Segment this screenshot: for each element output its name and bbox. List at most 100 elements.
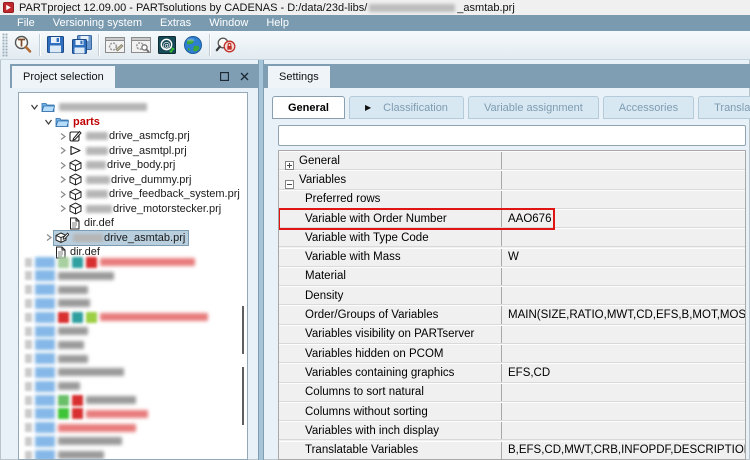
project-tree[interactable]: parts drive_asmcfg.prj drive_asmtpl.prj dri… [18, 92, 248, 460]
collapsed-chevron-icon[interactable] [57, 161, 68, 170]
settings-tab[interactable]: Settings [268, 66, 330, 88]
tree-row-content[interactable]: drive_body.prj [68, 158, 178, 172]
collapsed-chevron-icon[interactable] [57, 146, 68, 155]
property-row-variable-with-order-number[interactable]: Variable with Order Number AAO676 [279, 208, 745, 229]
maximize-panel-button[interactable] [216, 68, 232, 84]
tree-item-drive_feedback_system-prj[interactable]: drive_feedback_system.prj [57, 187, 243, 201]
property-value[interactable] [501, 383, 745, 401]
menu-item-window[interactable]: Window [200, 15, 257, 31]
property-row-variables-visibility-on-partserver[interactable]: Variables visibility on PARTserver [279, 324, 745, 344]
tree-item-parts[interactable]: parts [43, 115, 103, 129]
tab-accessories[interactable]: Accessories [602, 96, 695, 119]
tree-row-content[interactable]: dir.def [68, 216, 117, 230]
property-row-variable-with-type-code[interactable]: Variable with Type Code [279, 228, 745, 248]
tree-row-content[interactable] [40, 100, 151, 114]
tree-scrollbar-thumb[interactable] [242, 367, 244, 425]
tree-item-dir-def[interactable]: dir.def [57, 216, 117, 230]
property-value[interactable]: W [501, 248, 745, 266]
tree-item-drive_dummy-prj[interactable]: drive_dummy.prj [57, 173, 195, 187]
tree-item-drive_asmtpl-prj[interactable]: drive_asmtpl.prj [57, 144, 190, 158]
property-label: Preferred rows [305, 193, 381, 206]
menu-item-file[interactable]: File [8, 15, 44, 31]
property-value[interactable] [501, 422, 745, 440]
web-update-icon[interactable]: @ [154, 33, 180, 57]
tree-row-content[interactable]: parts [54, 115, 103, 129]
property-row-variable-with-mass[interactable]: Variable with Mass W [279, 247, 745, 267]
property-value[interactable] [501, 152, 745, 170]
tree-item-drive_body-prj[interactable]: drive_body.prj [57, 158, 178, 172]
menu-item-help[interactable]: Help [257, 15, 298, 31]
menu-item-versioning-system[interactable]: Versioning system [44, 15, 151, 31]
panel-splitter[interactable] [258, 60, 264, 460]
tree-item-drive_asmcfg-prj[interactable]: drive_asmcfg.prj [57, 129, 193, 143]
property-value[interactable] [501, 229, 745, 247]
collapsed-chevron-icon[interactable] [43, 233, 54, 242]
property-value[interactable] [501, 325, 745, 343]
tree-row-content[interactable]: drive_asmcfg.prj [68, 129, 193, 143]
tree-item-drive_motorstecker-prj[interactable]: drive_motorstecker.prj [57, 202, 224, 216]
property-row-translatable-variables[interactable]: Translatable Variables B,EFS,CD,MWT,CRB,I… [279, 440, 745, 459]
toolbar-grip[interactable] [2, 33, 8, 57]
property-row-order-groups-of-variables[interactable]: Order/Groups of Variables MAIN(SIZE,RATIO… [279, 305, 745, 325]
redacted-mark [25, 326, 32, 336]
expanded-chevron-icon[interactable] [29, 103, 40, 111]
project-selection-tab[interactable]: Project selection [12, 66, 115, 88]
redacted-tree-row [25, 422, 136, 434]
property-value[interactable] [501, 345, 745, 363]
tree-item-drive_asmtab-prj[interactable]: drive_asmtab.prj [43, 229, 190, 246]
selected-tree-row[interactable]: drive_asmtab.prj [52, 229, 190, 246]
save-icon[interactable] [43, 33, 69, 57]
tree-row-content[interactable]: drive_feedback_system.prj [68, 187, 243, 201]
property-value[interactable] [501, 190, 745, 208]
search-project-icon[interactable] [10, 33, 36, 57]
property-row-variables-containing-graphics[interactable]: Variables containing graphics EFS,CD [279, 363, 745, 383]
search-secure-icon[interactable] [213, 33, 239, 57]
tree-row-content[interactable]: drive_motorstecker.prj [68, 202, 224, 216]
empty-filter-field[interactable] [278, 125, 746, 146]
tab-variable-assignment[interactable]: Variable assignment [467, 96, 599, 119]
property-row-variables-with-inch-display[interactable]: Variables with inch display [279, 421, 745, 441]
property-label: Variables hidden on PCOM [305, 347, 444, 360]
settings-panel-header: Settings [264, 64, 750, 88]
property-value[interactable] [501, 171, 745, 189]
close-panel-button[interactable] [236, 68, 252, 84]
property-value[interactable] [501, 267, 745, 286]
property-row-columns-without-sorting[interactable]: Columns without sorting [279, 401, 745, 422]
tree-item-redacted[interactable] [29, 100, 151, 114]
property-row-density[interactable]: Density [279, 286, 745, 306]
redacted-text [58, 423, 136, 432]
tab-general[interactable]: General [272, 96, 345, 119]
collapsed-chevron-icon[interactable] [57, 175, 68, 184]
property-row-general[interactable]: General [279, 151, 745, 171]
redacted-name-prefix [86, 132, 108, 140]
tree-row-content[interactable]: drive_asmtpl.prj [68, 144, 190, 158]
window-search-icon[interactable] [128, 33, 154, 57]
collapsed-chevron-icon[interactable] [57, 132, 68, 141]
property-value[interactable]: EFS,CD [501, 364, 745, 382]
tab-classification[interactable]: ▶ Classification [348, 96, 464, 119]
property-value[interactable]: MAIN(SIZE,RATIO,MWT,CD,EFS,B,MOT,MOS,MC,… [501, 306, 745, 324]
property-value[interactable]: B,EFS,CD,MWT,CRB,INFOPDF,DESCRIPTION_LON… [501, 441, 745, 459]
globe-icon[interactable] [180, 33, 206, 57]
property-value[interactable]: AAO676 [501, 209, 745, 228]
property-row-variables[interactable]: Variables [279, 170, 745, 190]
property-row-preferred-rows[interactable]: Preferred rows [279, 189, 745, 209]
property-value[interactable] [501, 287, 745, 305]
save-all-icon[interactable] [69, 33, 95, 57]
expanded-chevron-icon[interactable] [43, 118, 54, 126]
redacted-folder-icon [35, 422, 55, 434]
property-value[interactable] [501, 402, 745, 421]
window-tools-icon[interactable] [102, 33, 128, 57]
redacted-tree-row [25, 366, 124, 378]
tab-translation[interactable]: Translation [698, 96, 750, 119]
tree-scrollbar-thumb[interactable] [242, 306, 244, 354]
menu-item-extras[interactable]: Extras [151, 15, 200, 31]
collapsed-chevron-icon[interactable] [57, 204, 68, 213]
property-row-variables-hidden-on-pcom[interactable]: Variables hidden on PCOM [279, 344, 745, 364]
collapsed-chevron-icon[interactable] [57, 190, 68, 199]
property-row-columns-to-sort-natural[interactable]: Columns to sort natural [279, 382, 745, 402]
property-row-material[interactable]: Material [279, 266, 745, 287]
tree-row-content[interactable]: drive_dummy.prj [68, 173, 195, 187]
tab-expand-arrow-icon[interactable]: ▶ [365, 103, 371, 112]
property-label: Variables with inch display [305, 424, 440, 437]
